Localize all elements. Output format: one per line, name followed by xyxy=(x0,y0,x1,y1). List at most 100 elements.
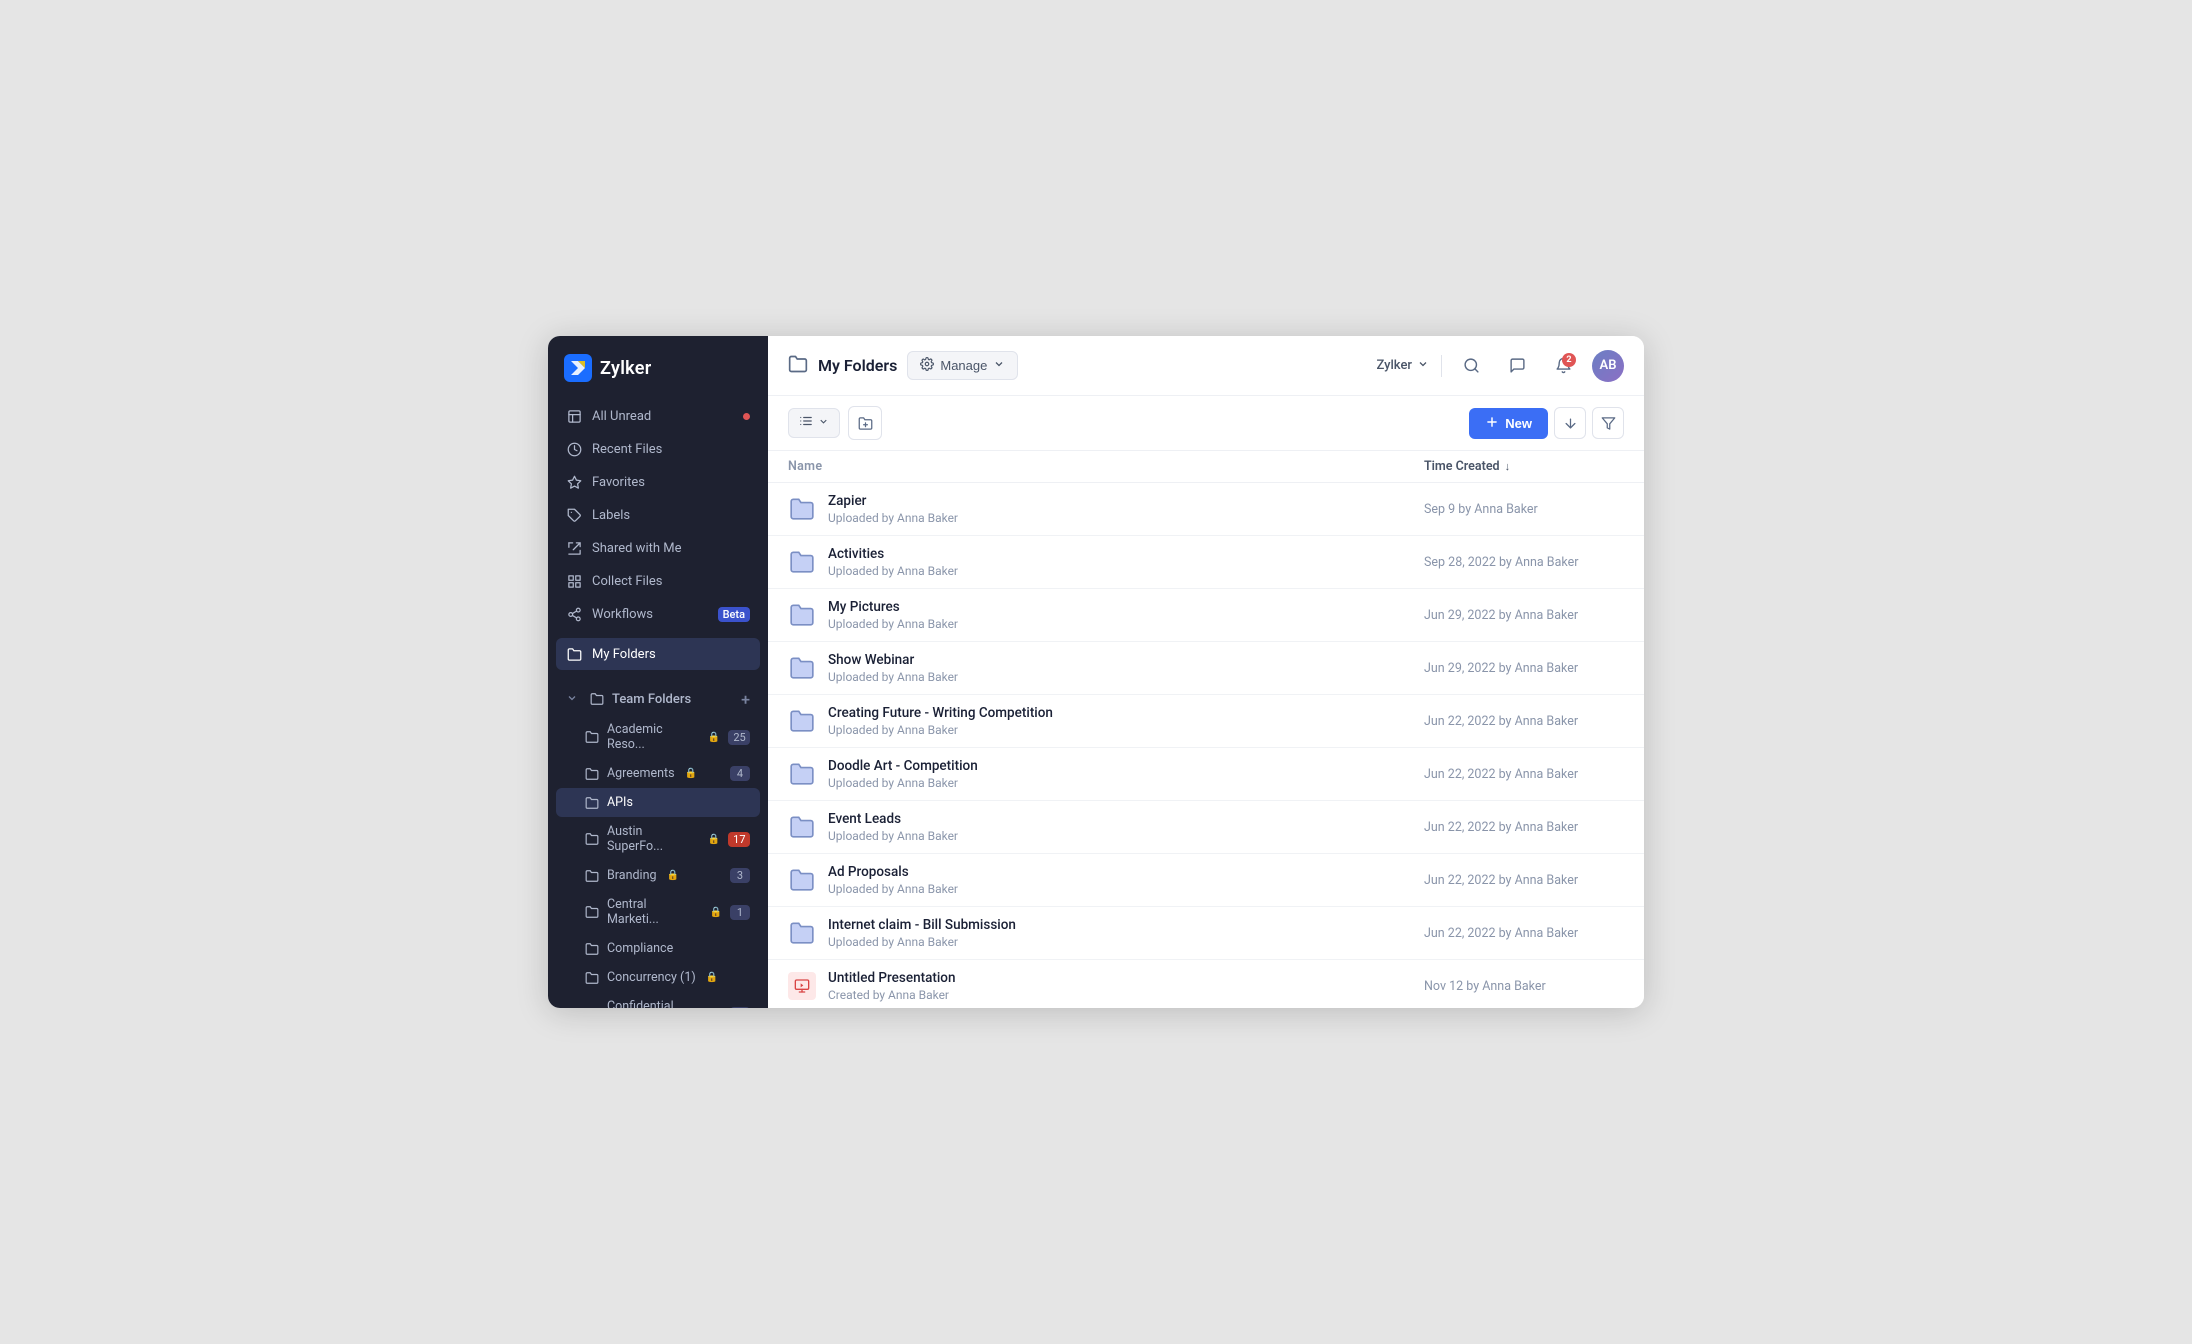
folder-icon xyxy=(584,970,599,985)
new-button[interactable]: New xyxy=(1469,408,1548,439)
sidebar-item-apis[interactable]: APIs xyxy=(556,788,760,817)
brand-header[interactable]: Zylker xyxy=(548,336,768,396)
new-button-label: New xyxy=(1505,416,1532,431)
sidebar-item-collect-files[interactable]: Collect Files xyxy=(556,565,760,597)
file-info: Untitled Presentation Created by Anna Ba… xyxy=(828,970,956,1002)
sort-button[interactable] xyxy=(1554,407,1586,439)
view-toggle-button[interactable] xyxy=(788,408,840,438)
file-time: Sep 9 by Anna Baker xyxy=(1424,502,1624,517)
team-folders-header[interactable]: Team Folders + xyxy=(556,684,760,715)
team-folder-label: Agreements xyxy=(607,766,675,781)
sidebar-item-my-folders[interactable]: My Folders xyxy=(556,638,760,670)
time-created-label: Time Created xyxy=(1424,459,1500,474)
file-name: Event Leads xyxy=(828,811,958,827)
table-row[interactable]: Show Webinar Uploaded by Anna Baker Jun … xyxy=(768,642,1644,695)
team-folder-icon xyxy=(590,692,606,708)
folder-icon xyxy=(788,813,816,841)
file-name: Creating Future - Writing Competition xyxy=(828,705,1053,721)
folder-icon xyxy=(584,832,599,847)
share-icon xyxy=(566,540,582,556)
user-name-button[interactable]: Zylker xyxy=(1376,358,1429,374)
chevron-down-icon xyxy=(1417,358,1429,374)
brand-name: Zylker xyxy=(600,358,652,379)
folder-icon xyxy=(584,766,599,781)
file-row-left: Doodle Art - Competition Uploaded by Ann… xyxy=(788,758,1424,790)
folder-icon xyxy=(584,795,599,810)
team-folder-label: APIs xyxy=(607,795,633,810)
table-row[interactable]: Internet claim - Bill Submission Uploade… xyxy=(768,907,1644,960)
file-subtitle: Uploaded by Anna Baker xyxy=(828,617,958,631)
sidebar-item-all-unread[interactable]: All Unread xyxy=(556,400,760,432)
sidebar-item-branding[interactable]: Branding 🔒 3 xyxy=(556,861,760,890)
folder-icon xyxy=(788,760,816,788)
sidebar-item-recent-files[interactable]: Recent Files xyxy=(556,433,760,465)
file-row-left: Activities Uploaded by Anna Baker xyxy=(788,546,1424,578)
table-row[interactable]: Creating Future - Writing Competition Up… xyxy=(768,695,1644,748)
folder-icon xyxy=(584,868,599,883)
lock-icon: 🔒 xyxy=(706,972,718,983)
lock-icon: 🔒 xyxy=(667,870,679,881)
search-button[interactable] xyxy=(1454,349,1488,383)
folder-count-badge: 3 xyxy=(730,868,750,883)
sidebar-item-workflows[interactable]: Workflows Beta xyxy=(556,598,760,630)
table-row[interactable]: Activities Uploaded by Anna Baker Sep 28… xyxy=(768,536,1644,589)
lock-icon: 🔒 xyxy=(708,834,720,845)
folder-count-badge: 2 xyxy=(730,1007,750,1009)
notification-count-badge: 2 xyxy=(1562,353,1576,367)
filter-button[interactable] xyxy=(1592,407,1624,439)
beta-badge: Beta xyxy=(718,607,750,622)
new-folder-button[interactable] xyxy=(848,406,882,440)
search-icon xyxy=(1463,357,1480,374)
table-row[interactable]: Zapier Uploaded by Anna Baker Sep 9 by A… xyxy=(768,483,1644,536)
folder-icon xyxy=(788,866,816,894)
file-name: Doodle Art - Competition xyxy=(828,758,978,774)
sidebar-item-confidential-fil[interactable]: Confidential Fil... 🔒 2 xyxy=(556,992,760,1008)
topbar-right: Zylker 2 AB xyxy=(1376,349,1624,383)
file-row-left: Creating Future - Writing Competition Up… xyxy=(788,705,1424,737)
sidebar-item-compliance[interactable]: Compliance xyxy=(556,934,760,963)
file-info: Creating Future - Writing Competition Up… xyxy=(828,705,1053,737)
table-row[interactable]: Ad Proposals Uploaded by Anna Baker Jun … xyxy=(768,854,1644,907)
folder-icon xyxy=(584,941,599,956)
manage-button[interactable]: Manage xyxy=(907,351,1018,380)
folder-icon xyxy=(788,601,816,629)
filter-icon xyxy=(1601,416,1616,431)
sidebar-item-academic-reso[interactable]: Academic Reso... 🔒 25 xyxy=(556,715,760,759)
chevron-down-icon xyxy=(993,358,1005,373)
toolbar: New xyxy=(768,396,1644,451)
sidebar-item-central-marketi[interactable]: Central Marketi... 🔒 1 xyxy=(556,890,760,934)
user-name-label: Zylker xyxy=(1376,358,1412,373)
sidebar-item-labels[interactable]: Labels xyxy=(556,499,760,531)
file-rows-container: Zapier Uploaded by Anna Baker Sep 9 by A… xyxy=(768,483,1644,1008)
table-row[interactable]: Doodle Art - Competition Uploaded by Ann… xyxy=(768,748,1644,801)
sidebar-item-favorites[interactable]: Favorites xyxy=(556,466,760,498)
sidebar-item-label: Recent Files xyxy=(592,442,750,457)
notification-button[interactable]: 2 xyxy=(1546,349,1580,383)
folder-icon xyxy=(788,707,816,735)
table-row[interactable]: Event Leads Uploaded by Anna Baker Jun 2… xyxy=(768,801,1644,854)
sort-icon xyxy=(1563,416,1578,431)
gear-icon xyxy=(920,357,934,374)
table-row[interactable]: My Pictures Uploaded by Anna Baker Jun 2… xyxy=(768,589,1644,642)
add-team-folder-button[interactable]: + xyxy=(741,690,750,709)
folder-plus-icon xyxy=(858,416,873,431)
file-subtitle: Created by Anna Baker xyxy=(828,988,956,1002)
sidebar-item-concurrency[interactable]: Concurrency (1) 🔒 xyxy=(556,963,760,992)
avatar[interactable]: AB xyxy=(1592,350,1624,382)
chat-button[interactable] xyxy=(1500,349,1534,383)
file-subtitle: Uploaded by Anna Baker xyxy=(828,829,958,843)
table-row[interactable]: Untitled Presentation Created by Anna Ba… xyxy=(768,960,1644,1008)
folder-icon xyxy=(788,495,816,523)
col-time-header[interactable]: Time Created ↓ xyxy=(1424,459,1624,474)
sidebar-item-label: Shared with Me xyxy=(592,541,750,556)
chevron-down-icon xyxy=(566,692,582,708)
team-folder-label: Austin SuperFo... xyxy=(607,824,698,854)
file-time: Jun 22, 2022 by Anna Baker xyxy=(1424,820,1624,835)
sidebar-item-shared-with-me[interactable]: Shared with Me xyxy=(556,532,760,564)
file-subtitle: Uploaded by Anna Baker xyxy=(828,935,1016,949)
folder-count-badge: 25 xyxy=(728,730,750,745)
sidebar: Zylker All Unread Recent Files xyxy=(548,336,768,1008)
sidebar-item-austin-superfo[interactable]: Austin SuperFo... 🔒 17 xyxy=(556,817,760,861)
sidebar-item-agreements[interactable]: Agreements 🔒 4 xyxy=(556,759,760,788)
workflow-icon xyxy=(566,606,582,622)
